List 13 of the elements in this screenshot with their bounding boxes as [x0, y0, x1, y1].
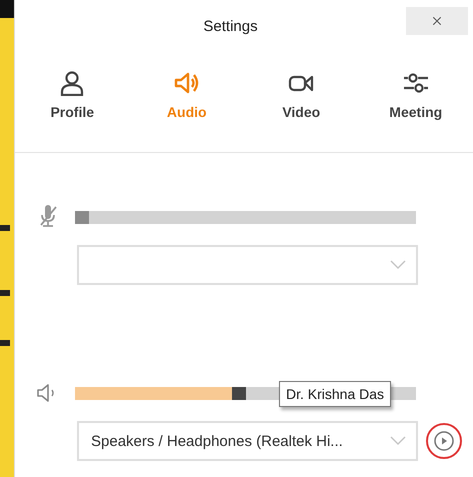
speaker-dropdown[interactable]: Speakers / Headphones (Realtek Hi...: [77, 421, 418, 461]
tooltip: Dr. Krishna Das: [279, 381, 392, 407]
volume-slider[interactable]: [75, 210, 416, 224]
tab[interactable]: Profile: [15, 70, 130, 130]
play-button[interactable]: [426, 423, 462, 459]
slider-thumb[interactable]: [232, 386, 246, 400]
slider-thumb[interactable]: [75, 210, 89, 224]
tab[interactable]: Meeting: [358, 70, 473, 130]
play-icon: [433, 430, 455, 452]
chevron-down-icon: [390, 436, 406, 446]
window-title: Settings: [202, 18, 259, 34]
chevron-down-icon: [390, 260, 406, 270]
tab[interactable]: Video: [244, 70, 358, 130]
